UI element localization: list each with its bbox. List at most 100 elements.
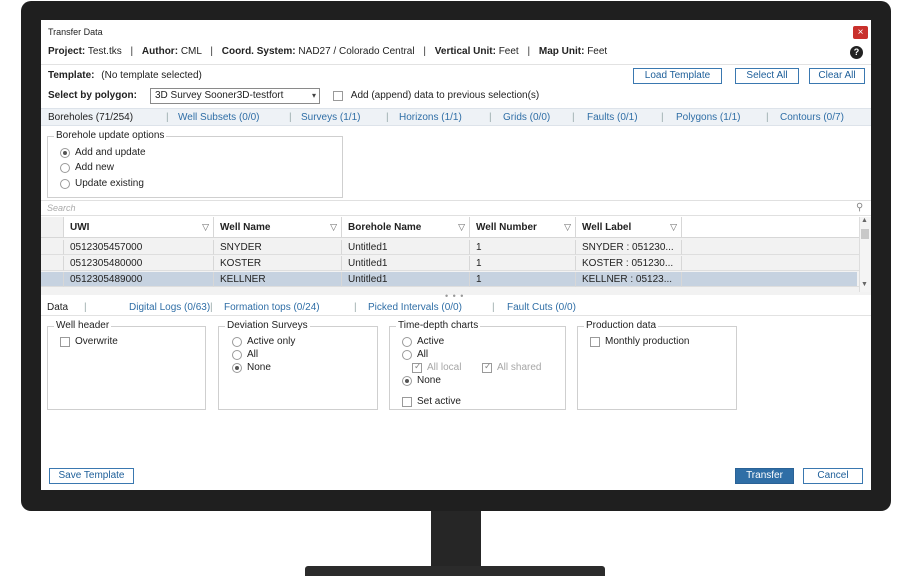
tab-picked-intervals[interactable]: Picked Intervals (0/0) <box>368 302 462 313</box>
filter-icon[interactable]: ▽ <box>202 217 209 238</box>
radio-button[interactable] <box>402 336 412 347</box>
filter-icon[interactable]: ▽ <box>670 217 677 238</box>
separator: | <box>527 46 531 57</box>
radio-button[interactable] <box>232 349 242 360</box>
scroll-thumb[interactable] <box>861 229 869 239</box>
option-all[interactable]: All <box>232 349 258 360</box>
tab-surveys[interactable]: Surveys (1/1) <box>301 112 360 123</box>
option-set-active[interactable]: Set active <box>402 396 461 407</box>
table-row[interactable]: 0512305480000 KOSTER Untitled1 1 KOSTER : 05… <box>41 256 859 271</box>
option-none[interactable]: None <box>402 375 441 386</box>
column-header-well-name[interactable]: Well Name ▽ <box>214 217 342 238</box>
column-header-borehole-name[interactable]: Borehole Name ▽ <box>342 217 470 238</box>
option-all-local[interactable]: All local <box>412 361 462 373</box>
table-cell: Untitled1 <box>342 272 470 287</box>
filter-icon[interactable]: ▽ <box>564 217 571 238</box>
polygon-select-value: 3D Survey Sooner3D-testfort <box>155 90 284 101</box>
column-title: Well Name <box>220 222 271 233</box>
tab-fault-cuts[interactable]: Fault Cuts (0/0) <box>507 302 576 313</box>
filter-icon[interactable]: ▽ <box>330 217 337 238</box>
table-row[interactable]: 0512305489000 KELLNER Untitled1 1 KELLNER : … <box>41 272 859 287</box>
search-icon[interactable]: ⚲ <box>856 202 863 213</box>
row-header[interactable] <box>41 256 64 271</box>
group-title: Deviation Surveys <box>225 320 310 331</box>
option-all-shared[interactable]: All shared <box>482 361 541 373</box>
scroll-down-icon[interactable]: ▼ <box>861 281 868 288</box>
option-label: All <box>417 349 429 360</box>
option-all[interactable]: All <box>402 349 428 360</box>
deviation-surveys-group: Deviation Surveys Active only All None <box>218 320 378 410</box>
polygon-select[interactable]: 3D Survey Sooner3D-testfort ▾ <box>150 88 320 104</box>
save-template-button[interactable]: Save Template <box>49 468 134 484</box>
append-checkbox[interactable] <box>333 90 343 101</box>
data-type-tabs: Boreholes (71/254) | Well Subsets (0/0) … <box>41 108 871 126</box>
time-depth-charts-group: Time-depth charts Active All All local A… <box>389 320 566 410</box>
radio-button[interactable] <box>402 375 412 386</box>
tab-formation-tops[interactable]: Formation tops (0/24) <box>224 302 320 313</box>
tab-horizons[interactable]: Horizons (1/1) <box>399 112 462 123</box>
option-none[interactable]: None <box>232 362 271 373</box>
select-all-button[interactable]: Select All <box>735 68 799 84</box>
row-header[interactable] <box>41 240 64 255</box>
tab-contours[interactable]: Contours (0/7) <box>780 112 844 123</box>
group-title: Borehole update options <box>54 130 167 141</box>
checkbox[interactable] <box>412 361 422 373</box>
tab-faults[interactable]: Faults (0/1) <box>587 112 638 123</box>
row-header[interactable] <box>41 272 64 287</box>
option-overwrite[interactable]: Overwrite <box>60 336 118 347</box>
row-header-corner <box>41 217 64 238</box>
radio-button[interactable] <box>232 362 242 373</box>
title-bar: Transfer Data × <box>41 20 871 44</box>
transfer-button[interactable]: Transfer <box>735 468 794 484</box>
checkbox[interactable] <box>482 361 492 373</box>
group-title: Production data <box>584 320 659 331</box>
radio-button[interactable] <box>60 162 70 173</box>
tab-grids[interactable]: Grids (0/0) <box>503 112 550 123</box>
tab-well-subsets[interactable]: Well Subsets (0/0) <box>178 112 260 123</box>
radio-button[interactable] <box>60 178 70 189</box>
clear-all-button[interactable]: Clear All <box>809 68 865 84</box>
search-bar[interactable]: Search ⚲ <box>41 200 871 216</box>
tab-boreholes[interactable]: Boreholes (71/254) <box>48 112 133 123</box>
option-add-and-update[interactable]: Add and update <box>60 147 146 158</box>
column-header-well-label[interactable]: Well Label ▽ <box>576 217 682 238</box>
tab-digital-logs[interactable]: Digital Logs (0/63) <box>129 302 210 313</box>
table-cell: SNYDER : 051230... <box>576 240 682 255</box>
option-add-new[interactable]: Add new <box>60 162 114 173</box>
checkbox[interactable] <box>402 396 412 407</box>
scroll-up-icon[interactable]: ▲ <box>861 217 868 224</box>
option-active[interactable]: Active <box>402 336 444 347</box>
table-cell: 0512305489000 <box>64 272 214 287</box>
help-icon[interactable]: ? <box>850 46 863 59</box>
checkbox[interactable] <box>590 336 600 347</box>
radio-button[interactable] <box>60 147 70 158</box>
tab-separator: | <box>661 112 664 123</box>
option-label: Add and update <box>75 147 146 158</box>
table-cell: 1 <box>470 272 576 287</box>
tab-data[interactable]: Data <box>47 302 68 313</box>
search-input[interactable]: Search <box>47 203 76 213</box>
filter-icon[interactable]: ▽ <box>458 217 465 238</box>
separator: | <box>210 46 213 57</box>
checkbox[interactable] <box>60 336 70 347</box>
close-button[interactable]: × <box>853 26 868 39</box>
load-template-button[interactable]: Load Template <box>633 68 722 84</box>
table-cell: 1 <box>470 256 576 271</box>
append-option[interactable]: Add (append) data to previous selection(… <box>333 90 539 101</box>
option-label: All local <box>427 362 462 373</box>
tab-polygons[interactable]: Polygons (1/1) <box>676 112 740 123</box>
radio-button[interactable] <box>402 349 412 360</box>
coord-value: NAD27 / Colorado Central <box>298 46 415 57</box>
radio-button[interactable] <box>232 336 242 347</box>
option-monthly-production[interactable]: Monthly production <box>590 336 690 347</box>
option-active-only[interactable]: Active only <box>232 336 295 347</box>
tab-separator: | <box>489 112 492 123</box>
table-scrollbar[interactable]: ▲ ▼ <box>859 217 870 292</box>
column-header-well-number[interactable]: Well Number ▽ <box>470 217 576 238</box>
cancel-button[interactable]: Cancel <box>803 468 863 484</box>
column-header-uwi[interactable]: UWI ▽ <box>64 217 214 238</box>
table-row[interactable]: 0512305457000 SNYDER Untitled1 1 SNYDER : 05… <box>41 240 859 255</box>
template-line: Template: (No template selected) <box>48 70 202 81</box>
monitor-stand-neck <box>431 511 481 569</box>
option-update-existing[interactable]: Update existing <box>60 178 144 189</box>
